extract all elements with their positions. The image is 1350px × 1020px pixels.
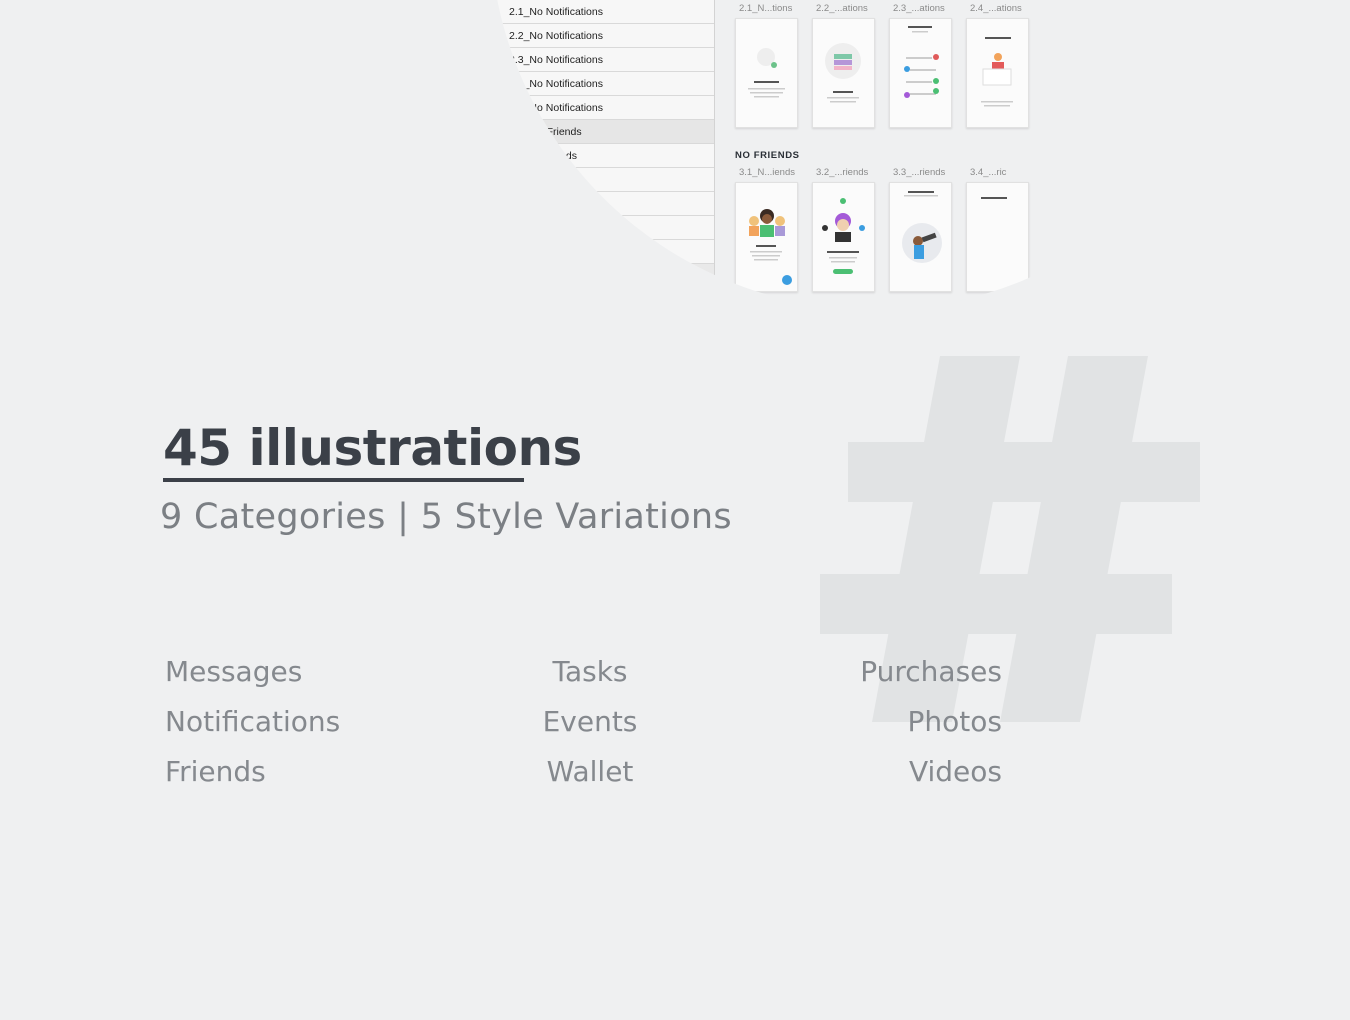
artboard-label[interactable]: 3.2_...riends [816, 167, 868, 178]
layers-panel: 2.1_No Notifications 2.2_No Notification… [490, 0, 715, 310]
layer-label: No Friends [528, 173, 580, 186]
layer-row[interactable]: 2.4_No Notifications [490, 72, 714, 96]
layer-row[interactable]: Friends [490, 192, 714, 216]
artboard-label[interactable]: 3.3_...riends [893, 167, 945, 178]
layer-row[interactable]: 2.2_No Notifications [490, 24, 714, 48]
layer-label: No Friends [530, 125, 582, 138]
artboard-label[interactable]: 2.4_...ations [970, 3, 1022, 14]
envelope-illustration [825, 43, 861, 103]
layer-row[interactable]: 2.1_No Notifications [490, 0, 714, 24]
layer-label: 2.4_No Notifications [509, 77, 603, 90]
category-item: Photos [907, 705, 1002, 738]
artboard-thumbnail[interactable] [889, 182, 952, 292]
artboard-label[interactable]: 2.1_N...tions [739, 3, 792, 14]
artboard-label[interactable]: 3.4_...ric [970, 167, 1006, 178]
category-item: Videos [908, 755, 1002, 788]
category-item: Friends [165, 755, 266, 788]
design-file-preview: 2.1_No Notifications 2.2_No Notification… [490, 0, 1260, 310]
disclosure-triangle-icon[interactable] [494, 55, 499, 64]
layer-label: .1_No Friends [511, 149, 577, 162]
notification-list-illustration [904, 26, 939, 98]
artboard-thumbnail[interactable] [735, 18, 798, 128]
artboard-thumbnail[interactable] [812, 18, 875, 128]
layer-row[interactable]: No Friends [490, 168, 714, 192]
layer-row-selected[interactable]: Aa No Friends [490, 120, 714, 144]
layer-label: Friends [544, 197, 580, 210]
layer-row[interactable]: 2.5_No Notifications [490, 96, 714, 120]
layer-row[interactable] [490, 240, 714, 264]
artboard-canvas: 2.1_N...tions 2.2_...ations 2.3_...ation… [725, 0, 1055, 310]
artboard-thumbnail[interactable] [812, 182, 875, 292]
layer-label: 2.2_No Notifications [509, 29, 603, 42]
section-title: NO FRIENDS [735, 150, 800, 161]
artboard-label[interactable]: 3.1_N...iends [739, 167, 795, 178]
artboard-label[interactable]: 2.3_...ations [893, 3, 945, 14]
layer-row[interactable] [490, 264, 714, 288]
network-person-illustration [822, 198, 865, 274]
artboard-thumbnail[interactable] [966, 182, 1029, 292]
category-item: Wallet [546, 755, 634, 788]
artboard-label[interactable]: 2.2_...ations [816, 3, 868, 14]
telescope-illustration [902, 191, 942, 263]
text-layer-icon: Aa [510, 126, 523, 137]
layer-label: 2.3_No Notifications [509, 53, 603, 66]
layer-label: 2.1_No Notifications [509, 5, 603, 18]
layer-label: 2.5_No Notifications [509, 101, 603, 114]
artboard-thumbnail[interactable] [889, 18, 952, 128]
artboard-thumbnail[interactable] [966, 18, 1029, 128]
layer-row[interactable]: .1_No Friends [490, 144, 714, 168]
disclosure-triangle-icon[interactable] [494, 31, 499, 40]
disclosure-triangle-icon[interactable] [494, 103, 499, 112]
ghost-illustration [748, 48, 785, 98]
layer-row[interactable]: ds [490, 216, 714, 240]
layer-label: ds [550, 221, 562, 234]
title-underline [163, 478, 524, 482]
disclosure-triangle-icon[interactable] [494, 7, 499, 16]
friends-group-illustration [749, 209, 792, 285]
category-item: Notifications [165, 705, 341, 738]
category-item: Purchases [860, 655, 1002, 688]
category-item: Messages [165, 655, 303, 688]
disclosure-triangle-icon[interactable] [494, 79, 499, 88]
artboard-thumbnail[interactable] [735, 182, 798, 292]
page-title: 45 illustrations [163, 419, 582, 477]
layer-row[interactable]: 2.3_No Notifications [490, 48, 714, 72]
mailbox-illustration [981, 37, 1013, 107]
category-item: Events [542, 705, 638, 738]
category-item: Tasks [552, 655, 628, 688]
illustration [981, 197, 1007, 199]
subtitle: 9 Categories | 5 Style Variations [160, 497, 732, 537]
